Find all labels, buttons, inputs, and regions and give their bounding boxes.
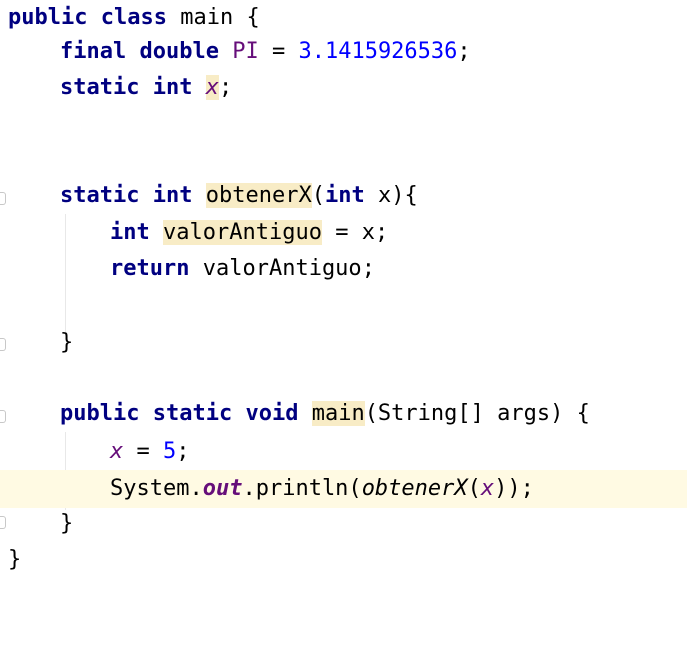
code-text: return valorAntiguo; [110,251,375,287]
keyword: double [139,39,219,64]
code-line-7[interactable]: int valorAntiguo = x; [0,215,687,251]
keyword: return [110,256,190,281]
method-name: obtenerX [205,183,312,208]
code-line-16[interactable]: } [0,542,687,578]
number-literal: 3.1415926536 [298,39,458,64]
method-name: main [311,401,365,426]
code-line-6[interactable]: static int obtenerX(int x){ [0,178,687,214]
code-line-15[interactable]: } [0,506,687,542]
keyword: void [245,401,299,426]
semicolon: ; [457,39,471,64]
local-variable: valorAntiguo [163,220,322,245]
field-name: out [202,476,243,501]
code-line-13[interactable]: x = 5; [0,434,687,470]
paren: )); [494,476,534,501]
keyword: int [110,220,150,245]
code-line-3[interactable]: static int x; [0,70,687,106]
keyword: final [60,39,127,64]
class-reference: System. [110,476,203,501]
field-name: PI [232,39,259,64]
field-name: x [205,75,219,100]
operator: = [271,39,286,64]
keyword: public [8,5,88,30]
field-name: x [110,439,124,464]
code-text: public class main { [8,0,260,36]
keyword: public [60,401,140,426]
field-name: x [480,476,495,501]
operator: = [136,439,150,464]
code-text: final double PI = 3.1415926536; [60,34,471,70]
code-text: System.out.println(obtenerX(x)); [110,470,534,508]
semicolon: ; [374,220,389,245]
code-line-12[interactable]: public static void main(String[] args) { [0,396,687,432]
class-name: main [180,5,234,30]
code-text: } [60,506,73,542]
code-text: public static void main(String[] args) { [60,396,590,432]
keyword: int [152,183,193,208]
brace: { [246,5,260,30]
number-literal: 5 [163,439,177,464]
brace: } [8,547,22,572]
local-variable: valorAntiguo [202,256,362,281]
parameter-name: x [361,220,375,245]
code-line-8[interactable]: return valorAntiguo; [0,251,687,287]
method-call: .println( [242,476,362,501]
operator: = [335,220,349,245]
keyword: static [60,183,140,208]
parameter-list: (String[] args) { [364,401,590,426]
keyword: static [152,401,233,426]
keyword: int [152,75,193,100]
paren: ){ [391,183,418,208]
code-text: } [8,542,21,578]
code-line-2[interactable]: final double PI = 3.1415926536; [0,34,687,70]
code-text: static int x; [60,70,232,106]
code-line-10[interactable]: } [0,325,687,361]
semicolon: ; [176,439,190,464]
code-text: x = 5; [110,434,190,470]
semicolon: ; [218,75,233,100]
code-line-1[interactable]: public class main { [0,0,687,36]
keyword: int [324,183,365,208]
code-line-14[interactable]: System.out.println(obtenerX(x)); [0,470,687,508]
paren: ( [467,476,481,501]
code-text: static int obtenerX(int x){ [60,178,418,214]
brace: } [60,330,74,355]
brace: } [60,511,74,536]
semicolon: ; [361,256,375,281]
code-text: } [60,325,73,361]
keyword: class [100,5,167,30]
keyword: static [60,75,140,100]
paren: ( [311,183,325,208]
code-editor[interactable]: public class main { final double PI = 3.… [0,0,687,580]
code-text: int valorAntiguo = x; [110,215,388,251]
method-call: obtenerX [361,476,468,501]
parameter-name: x [377,183,392,208]
